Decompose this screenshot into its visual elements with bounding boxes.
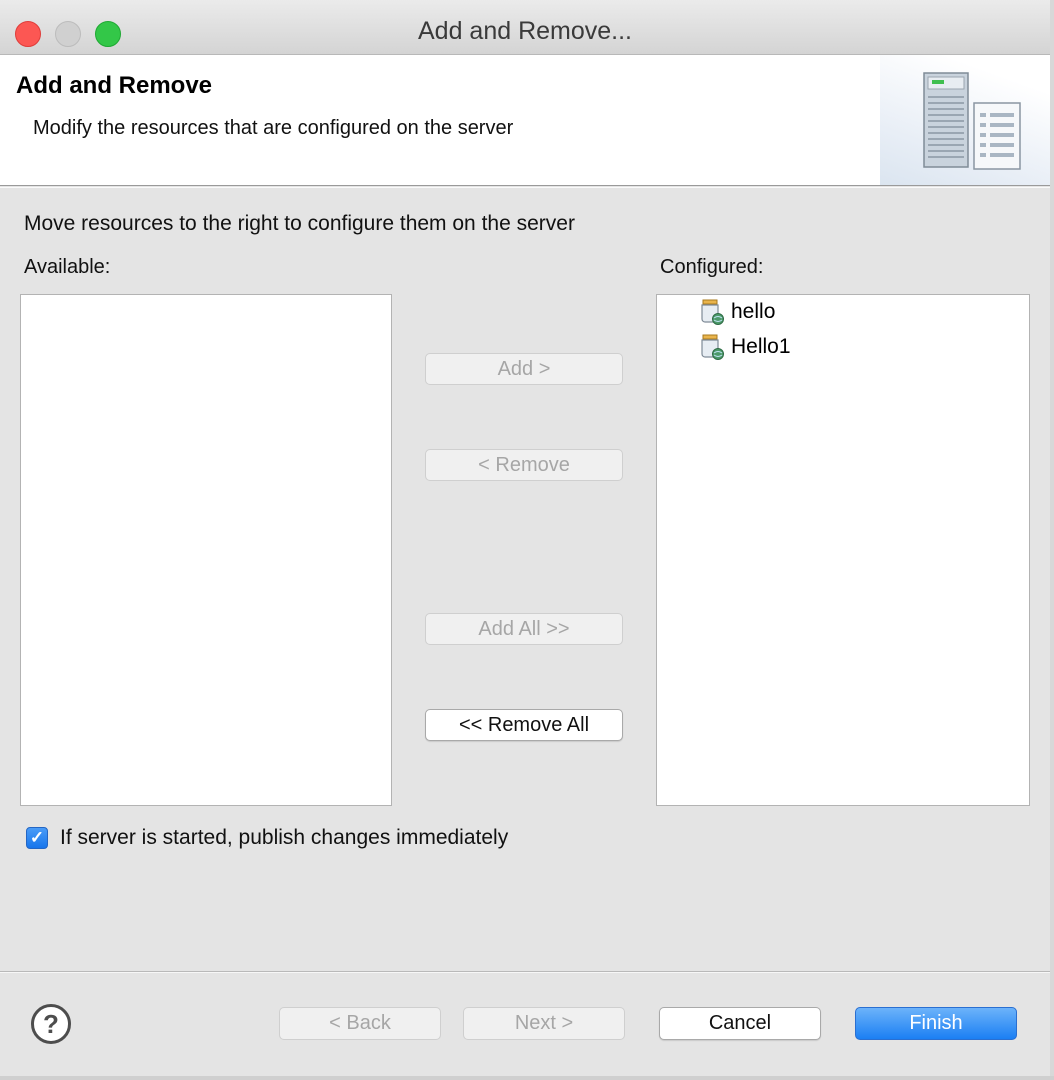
back-button[interactable]: < Back — [279, 1007, 441, 1040]
publish-checkbox[interactable]: ✓ — [26, 827, 48, 849]
web-project-icon — [701, 299, 724, 325]
title-bar: Add and Remove... — [0, 0, 1050, 55]
footer-divider-highlight — [0, 972, 1050, 973]
add-button[interactable]: Add > — [425, 353, 623, 385]
remove-button[interactable]: < Remove — [425, 449, 623, 481]
configured-item-label: Hello1 — [731, 335, 791, 358]
publish-checkbox-row[interactable]: ✓ If server is started, publish changes … — [26, 826, 508, 850]
dialog-window: Add and Remove... Add and Remove Modify … — [0, 0, 1054, 1078]
help-icon[interactable]: ? — [31, 1004, 71, 1044]
header-divider — [0, 187, 1050, 188]
finish-button[interactable]: Finish — [855, 1007, 1017, 1040]
available-label: Available: — [24, 256, 111, 278]
configured-item-hello[interactable]: hello — [699, 297, 775, 327]
configured-item-label: hello — [731, 300, 776, 323]
configured-list[interactable]: hello Hello1 — [656, 294, 1030, 806]
page-title: Add and Remove — [16, 72, 213, 99]
configured-item-hello1[interactable]: Hello1 — [699, 332, 791, 362]
next-button[interactable]: Next > — [463, 1007, 625, 1040]
web-project-icon — [701, 334, 724, 360]
publish-checkbox-label[interactable]: If server is started, publish changes im… — [60, 826, 508, 850]
instruction-text: Move resources to the right to configure… — [24, 212, 575, 235]
available-list[interactable] — [20, 294, 392, 806]
server-wizard-icon — [923, 72, 1021, 170]
wizard-header: Add and Remove Modify the resources that… — [0, 55, 1050, 186]
remove-all-button[interactable]: << Remove All — [425, 709, 623, 741]
configured-label: Configured: — [660, 256, 764, 278]
add-all-button[interactable]: Add All >> — [425, 613, 623, 645]
window-bottom-edge — [0, 1076, 1054, 1080]
cancel-button[interactable]: Cancel — [659, 1007, 821, 1040]
window-title: Add and Remove... — [417, 17, 632, 45]
page-description: Modify the resources that are configured… — [33, 117, 514, 139]
